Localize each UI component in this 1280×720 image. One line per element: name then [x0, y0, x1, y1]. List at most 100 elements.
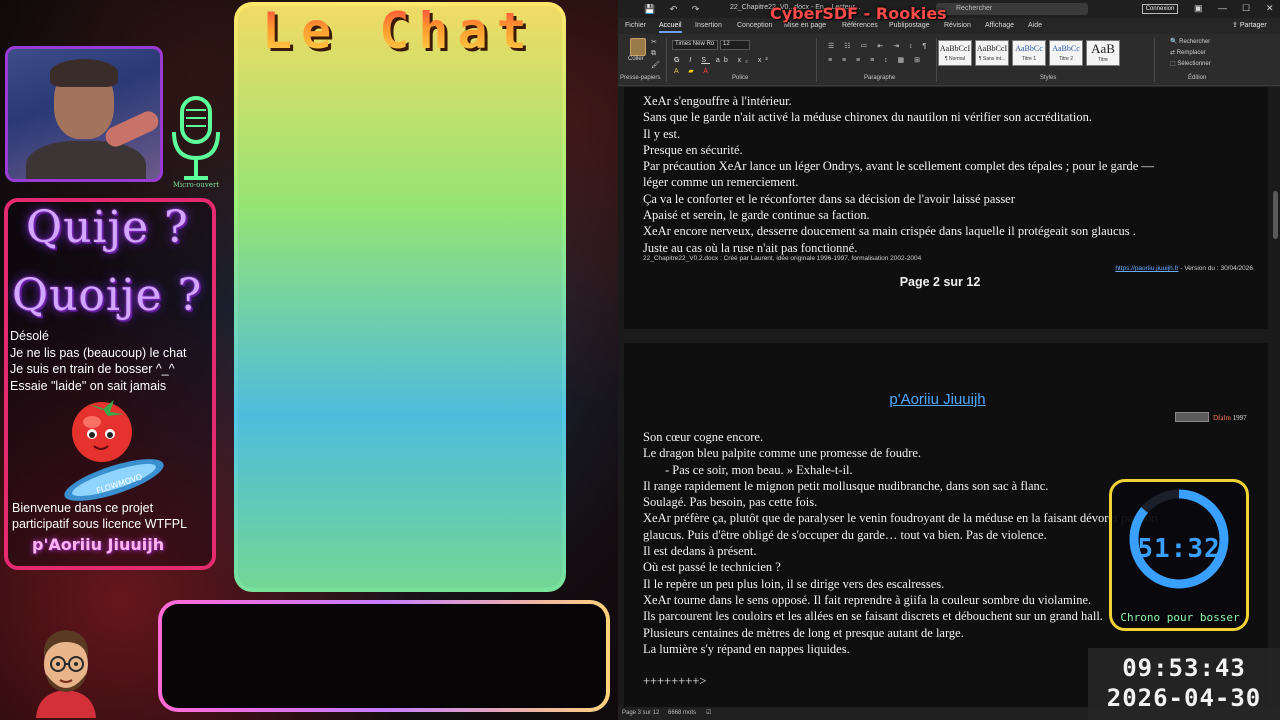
tab-insertion[interactable]: Insertion	[695, 22, 722, 29]
style-normal[interactable]: AaBbCcI ¶ Normal	[938, 40, 972, 66]
cybersdf-watermark: CyberSDF - Rookies	[770, 4, 947, 23]
replace-button[interactable]: ⇄ Remplacer	[1170, 49, 1206, 56]
text-line	[643, 657, 1158, 673]
text-line: Plusieurs centaines de mètres de long et…	[643, 625, 964, 640]
text-line: Presque en sécurité.	[643, 142, 743, 157]
font-size-select[interactable]: 12	[720, 40, 750, 50]
webcam-feed	[5, 46, 163, 182]
text-line: Ils parcourent les couloirs et les allée…	[643, 609, 1103, 624]
find-label: Rechercher	[1179, 39, 1211, 45]
text-line: léger comme un remerciement.	[643, 175, 799, 190]
alert-panel	[158, 600, 610, 712]
list-buttons[interactable]: ☰ ☷ ≔ ⇤ ⇥ ↕ ¶	[828, 42, 930, 50]
webcam-person-hair	[50, 59, 118, 87]
copy-icon[interactable]: ⧉	[651, 50, 656, 58]
tab-publipostage[interactable]: Publipostage	[889, 22, 929, 29]
tomato-mascot-logo: FLOWMOVO	[64, 400, 164, 501]
font-name-select[interactable]: Times New Ro	[672, 40, 718, 50]
welcome-line: Bienvenue dans ce projet	[12, 501, 154, 515]
quije-heading: Quije ?	[26, 202, 189, 253]
close-icon[interactable]: ✕	[1266, 3, 1274, 14]
ribbon-display-icon[interactable]: ▣	[1194, 3, 1203, 14]
text-line: Il y est.	[643, 126, 681, 141]
footer-left: 22_Chapitre22_V0.2.docx : Créé par Laure…	[643, 255, 922, 262]
clock-time: 09:53:43	[1122, 654, 1246, 682]
paste-label: Coller	[628, 56, 644, 62]
style-sample: AaBbCcI	[939, 44, 971, 53]
info-message: Désolé Je ne lis pas (beaucoup) le chat …	[10, 328, 187, 394]
mic-status-label: Micro-ouvert	[172, 181, 220, 189]
maximize-icon[interactable]: ☐	[1242, 3, 1250, 14]
clock-date: 2026-04-30	[1106, 684, 1262, 712]
group-label: Paragraphe	[864, 75, 896, 81]
info-line: Je suis en train de bosser ^_^	[10, 362, 175, 376]
chapter-title[interactable]: p'Aoriiu Jiuuijh	[624, 391, 1251, 408]
text-line: ++++++++>	[643, 674, 707, 689]
text-line: Il le repère un peu plus loin, il se dir…	[643, 576, 945, 591]
group-label: Styles	[1040, 75, 1057, 81]
chrono-time: 51:32	[1137, 534, 1221, 564]
style-titre[interactable]: AaB Titre	[1086, 40, 1120, 66]
license-badge	[1175, 412, 1209, 422]
search-box[interactable]: Rechercher	[936, 3, 1088, 15]
info-line: Je ne lis pas (beaucoup) le chat	[10, 345, 187, 360]
align-buttons[interactable]: ≡ ≡ ≡ ≡ ↕ ▦ ⊞	[828, 56, 924, 64]
font-color-buttons[interactable]: A ▰ A	[674, 67, 712, 75]
text-line: Son cœur cogne encore.	[643, 430, 764, 444]
footer-version: - Version du : 30/04/2026	[1178, 265, 1253, 272]
tab-conception[interactable]: Conception	[737, 22, 772, 29]
font-format-buttons[interactable]: G I S ab x₂ x²	[674, 57, 772, 64]
find-button[interactable]: 🔍 Rechercher	[1170, 38, 1210, 45]
text-line: Par précaution XeAr lance un léger Ondry…	[643, 159, 1154, 174]
ribbon-separator	[666, 38, 667, 82]
format-painter-icon[interactable]: 🖌	[651, 61, 660, 69]
style-sample: AaB	[1091, 41, 1115, 56]
text-line: Il est dedans à présent.	[643, 544, 757, 559]
proofing-icon[interactable]: ☑	[706, 709, 711, 716]
share-button[interactable]: ⇪ Partager	[1232, 21, 1267, 29]
quick-access-toolbar[interactable]: 💾 ↶ ↷	[644, 4, 705, 15]
chrono-label: Chrono pour bosser	[1120, 611, 1240, 624]
tab-references[interactable]: Références	[842, 22, 878, 29]
text-line: XeAr tourne dans le sens opposé. Il fait…	[643, 592, 1092, 607]
document-page[interactable]: XeAr s'engouffre à l'intérieur. Sans que…	[624, 87, 1268, 329]
text-line: Soulagé. Pas besoin, pas cette fois.	[643, 495, 818, 510]
welcome-line: participatif sous licence WTFPL	[12, 517, 188, 531]
paste-icon[interactable]	[630, 38, 646, 56]
welcome-text: Bienvenue dans ce projet participatif so…	[12, 500, 187, 532]
tab-accueil[interactable]: Accueil	[659, 22, 682, 33]
page1-text[interactable]: XeAr s'engouffre à l'intérieur. Sans que…	[643, 93, 1154, 256]
clock-panel: 09:53:43 2026-04-30	[1088, 648, 1280, 720]
cut-icon[interactable]: ✂	[651, 38, 657, 46]
ribbon-separator	[936, 38, 937, 82]
text-line: XeAr encore nerveux, desserre doucement …	[643, 224, 1136, 239]
tab-revision[interactable]: Révision	[944, 22, 971, 29]
group-label: Police	[732, 75, 749, 81]
style-sans-interligne[interactable]: AaBbCcI ¶ Sans int...	[975, 40, 1009, 66]
connect-button[interactable]: Connexion	[1142, 4, 1178, 14]
text-line: Il range rapidement le mignon petit moll…	[643, 478, 1049, 493]
page-count[interactable]: Page 3 sur 12	[622, 710, 659, 716]
chat-panel	[234, 2, 566, 592]
word-count[interactable]: 6668 mots	[668, 710, 696, 716]
footer-link[interactable]: https://paoriiu.jiuuijh.fr	[1115, 265, 1178, 272]
text-line: Ça va le conforter et le réconforter dan…	[643, 191, 1015, 206]
select-button[interactable]: ⬚ Sélectionner	[1170, 60, 1211, 67]
style-sample: AaBbCc	[1052, 44, 1080, 53]
style-titre-1[interactable]: AaBbCc Titre 1	[1012, 40, 1046, 66]
page2-text[interactable]: Son cœur cogne encore. Le dragon bleu pa…	[643, 429, 1158, 689]
select-label: Sélectionner	[1177, 61, 1211, 67]
chat-title: Le Chat	[262, 2, 536, 60]
vertical-scrollbar[interactable]	[1273, 191, 1278, 239]
minimize-icon[interactable]: —	[1218, 3, 1227, 13]
page-number: Page 2 sur 12	[899, 275, 981, 289]
text-line: glaucus. Puis d'être obligé de s'occuper…	[643, 527, 1047, 542]
license-year: 1997	[1230, 414, 1247, 422]
tab-fichier[interactable]: Fichier	[625, 22, 646, 29]
style-titre-2[interactable]: AaBbCc Titre 2	[1049, 40, 1083, 66]
cartoon-avatar	[36, 630, 96, 718]
footer-right: https://paoriiu.jiuuijh.fr - Version du …	[1115, 265, 1253, 272]
tab-affichage[interactable]: Affichage	[985, 22, 1014, 29]
tab-mise-en-page[interactable]: Mise en page	[784, 22, 826, 29]
tab-aide[interactable]: Aide	[1028, 22, 1042, 29]
